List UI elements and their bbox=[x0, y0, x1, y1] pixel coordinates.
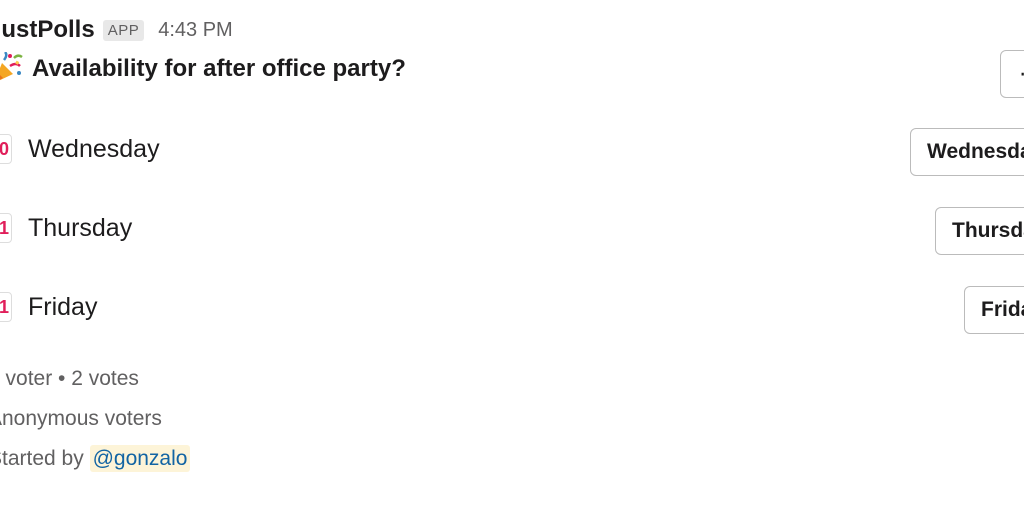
message-timestamp[interactable]: 4:43 PM bbox=[158, 19, 232, 42]
poll-menu-button[interactable]: ⋯ bbox=[1000, 50, 1024, 98]
poll-message: JustPolls APP 4:43 PM Availability for a… bbox=[0, 0, 1024, 512]
poll-question: Availability for after office party? bbox=[0, 51, 406, 86]
user-mention[interactable]: @gonzalo bbox=[89, 445, 191, 472]
option-label: Friday bbox=[28, 292, 98, 321]
poll-option-thursday: 1 Thursday bbox=[0, 213, 132, 243]
poll-option-friday: 1 Friday bbox=[0, 292, 97, 322]
option-label: Thursday bbox=[28, 213, 133, 242]
vote-button-wednesday[interactable]: Wednesday bbox=[910, 128, 1024, 176]
vote-button-friday[interactable]: Friday bbox=[964, 286, 1024, 334]
option-label: Wednesday bbox=[28, 134, 160, 163]
anonymity-note: Anonymous voters bbox=[0, 407, 162, 430]
started-by-label: Started by bbox=[0, 447, 84, 470]
vote-count-badge: 1 bbox=[0, 292, 12, 322]
poll-summary: 1 voter • 2 votes bbox=[0, 367, 139, 390]
party-popper-icon bbox=[0, 51, 24, 86]
app-badge: APP bbox=[102, 19, 145, 41]
vote-count-badge: 0 bbox=[0, 134, 12, 164]
message-header: JustPolls APP 4:43 PM bbox=[0, 14, 233, 46]
app-name[interactable]: JustPolls bbox=[0, 16, 95, 44]
poll-question-text: Availability for after office party? bbox=[32, 55, 406, 82]
vote-button-thursday[interactable]: Thursday bbox=[935, 207, 1024, 255]
poll-option-wednesday: 0 Wednesday bbox=[0, 134, 160, 164]
vote-count-badge: 1 bbox=[0, 213, 12, 243]
started-by: Started by @gonzalo bbox=[0, 445, 191, 472]
